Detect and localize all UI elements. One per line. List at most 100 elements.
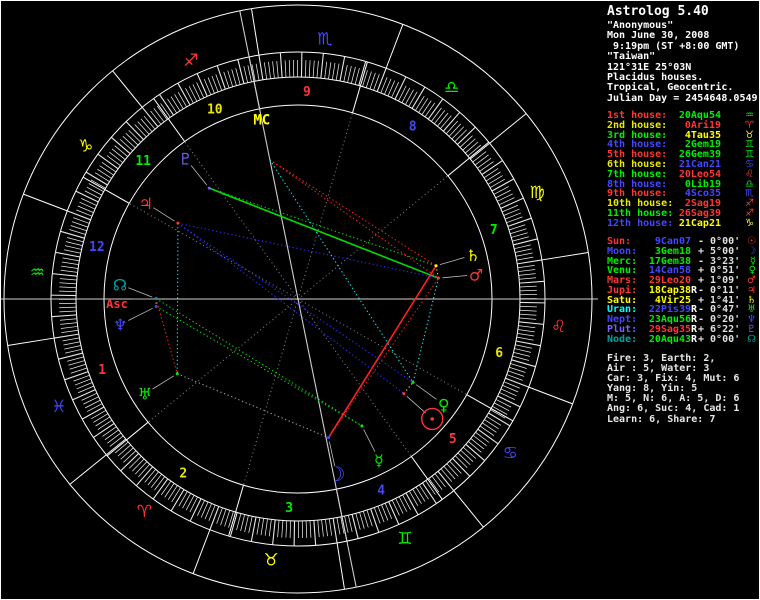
planet-glyph-saturn: ♄ (466, 246, 480, 265)
degree-tick (150, 473, 162, 488)
degree-tick (304, 60, 307, 78)
planet-degree-marker (326, 436, 330, 440)
sign-boundary (385, 24, 404, 69)
natal-chart-wheel: ♈♉♊♋♌♍♎♏♐♑♒♓123456789101112☽☿♀♂♃♄♅♆♇☊MCA… (1, 4, 598, 594)
degree-tick (328, 62, 332, 80)
degree-tick (260, 518, 265, 536)
degree-tick (519, 277, 537, 280)
house-number-6: 6 (495, 346, 503, 361)
degree-tick (288, 60, 291, 78)
sign-boundary (7, 337, 55, 346)
degree-tick (209, 506, 220, 530)
degree-tick (177, 92, 187, 108)
degree-tick (512, 236, 529, 242)
degree-tick (409, 490, 419, 506)
aspect-line-tri (209, 187, 437, 267)
zodiac-sign-glyph-virgo: ♍ (530, 183, 545, 203)
degree-tick (256, 517, 261, 535)
planet-glyph-neptune: ♆ (113, 316, 127, 335)
degree-tick (474, 154, 489, 166)
degree-tick (281, 520, 284, 538)
degree-tick (264, 518, 268, 536)
sign-boundary (453, 490, 484, 528)
degree-tick (362, 70, 368, 87)
degree-tick (272, 61, 275, 79)
degree-tick (64, 345, 82, 350)
degree-tick (167, 485, 178, 500)
degree-tick (59, 310, 77, 313)
house-cusp-line (410, 456, 443, 500)
degree-tick (497, 193, 513, 202)
planet-degree-marker (434, 264, 438, 268)
degree-tick (448, 123, 461, 137)
degree-tick (325, 519, 328, 537)
degree-tick (120, 447, 134, 460)
degree-tick (167, 98, 178, 114)
planet-degree-marker (207, 186, 211, 190)
degree-tick (83, 396, 99, 405)
degree-tick (85, 399, 101, 409)
degree-tick (513, 351, 531, 357)
degree-tick (119, 139, 134, 152)
degree-tick (511, 232, 528, 238)
degree-tick (347, 65, 352, 83)
degree-tick (519, 317, 537, 320)
degree-tick (515, 252, 533, 257)
degree-tick (111, 148, 126, 160)
planet-glyph-mars: ♂ (469, 266, 483, 285)
sign-boundary (528, 386, 573, 405)
degree-tick (62, 257, 80, 262)
degree-tick (305, 520, 308, 538)
degree-tick (437, 112, 449, 127)
degree-tick (470, 438, 485, 450)
degree-tick (358, 61, 367, 86)
degree-tick (64, 371, 89, 381)
degree-tick (489, 178, 505, 188)
degree-tick (505, 377, 529, 388)
degree-tick (445, 120, 458, 135)
degree-tick (339, 56, 346, 82)
degree-tick (150, 110, 162, 125)
sign-boundary (336, 542, 345, 590)
degree-tick (59, 282, 77, 285)
asc-label: Asc (106, 297, 128, 311)
degree-tick (308, 60, 311, 78)
degree-tick (451, 126, 464, 140)
house-cusp-inner-line (297, 298, 468, 396)
degree-tick (51, 314, 77, 318)
degree-tick (362, 511, 369, 528)
house-number-7: 7 (490, 223, 498, 238)
degree-tick (321, 519, 324, 537)
degree-tick (418, 98, 429, 113)
degree-tick (454, 129, 467, 143)
mc-pointer-line (263, 132, 271, 160)
planet-glyph-pluto: ♇ (178, 149, 192, 168)
zodiac-sign-glyph-aquarius: ♒ (30, 263, 45, 283)
planet-glyph-mercury: ☿ (374, 451, 384, 470)
degree-tick (519, 285, 537, 288)
degree-tick (109, 151, 124, 163)
degree-tick (289, 520, 292, 538)
degree-tick (518, 325, 536, 329)
degree-tick (86, 403, 103, 412)
degree-tick (248, 516, 253, 533)
degree-tick (388, 501, 400, 525)
degree-tick (519, 289, 537, 292)
degree-tick (507, 217, 532, 227)
degree-tick (497, 395, 521, 408)
degree-tick (449, 460, 462, 474)
degree-tick (424, 102, 436, 118)
house-number-11: 11 (135, 154, 151, 169)
retrograde-flag (691, 237, 698, 247)
degree-tick (440, 115, 452, 129)
degree-tick (465, 141, 479, 154)
degree-tick (61, 265, 79, 269)
degree-tick (370, 508, 380, 533)
info-panel: Astrolog 5.40 "Anonymous" Mon June 30, 20… (600, 0, 760, 600)
degree-tick (102, 426, 117, 437)
degree-tick (519, 313, 537, 316)
degree-tick (231, 69, 237, 86)
degree-tick (468, 441, 482, 453)
degree-tick (415, 486, 426, 502)
degree-tick (518, 269, 536, 272)
